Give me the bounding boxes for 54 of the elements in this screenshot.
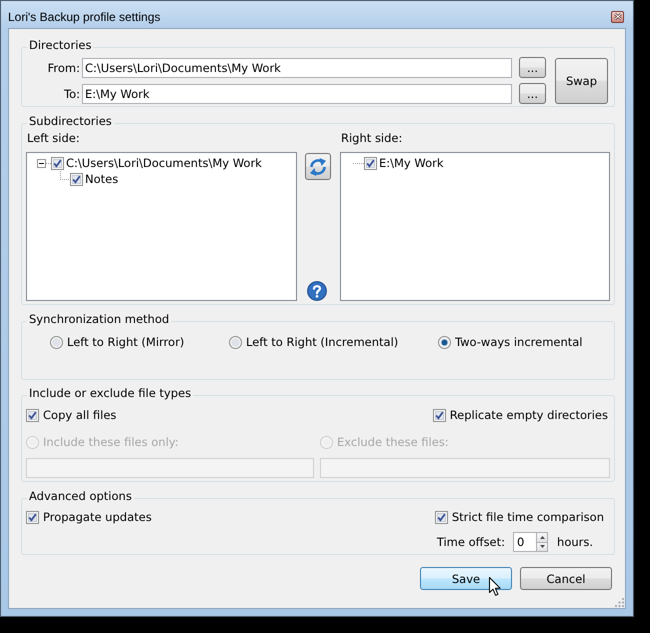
- checkbox[interactable]: [432, 408, 446, 422]
- tree-item-label[interactable]: C:\Users\Lori\Documents\My Work: [66, 156, 262, 170]
- radio-label: Include these files only:: [43, 435, 179, 449]
- checkbox[interactable]: [51, 156, 64, 170]
- radio-button[interactable]: [50, 336, 63, 348]
- close-icon: [614, 13, 622, 20]
- refresh-button[interactable]: [305, 153, 331, 180]
- radio-label: Left to Right (Incremental): [246, 335, 398, 349]
- down-arrow-icon: [540, 545, 545, 548]
- radio-label: Two-ways incremental: [455, 335, 583, 349]
- resize-grip-icon[interactable]: [615, 598, 624, 607]
- group-title: Directories: [27, 38, 94, 52]
- radio-label: Left to Right (Mirror): [67, 335, 184, 349]
- group-title: Advanced options: [27, 489, 134, 503]
- checkbox[interactable]: [364, 156, 377, 170]
- checkbox-label: Propagate updates: [43, 510, 152, 524]
- browse-button[interactable]: ...: [519, 83, 546, 104]
- pane-label: Left side:: [26, 131, 81, 145]
- mouse-pointer-icon: [489, 577, 501, 596]
- minus-box-icon[interactable]: [37, 158, 46, 168]
- radio-button[interactable]: [438, 336, 451, 348]
- group-title: Synchronization method: [27, 312, 172, 326]
- swap-button[interactable]: Swap: [555, 58, 608, 104]
- radio-button[interactable]: [229, 336, 242, 348]
- checkbox[interactable]: [26, 408, 39, 422]
- dialog-button[interactable]: Cancel: [520, 567, 612, 590]
- checkbox-label: Strict file time comparison: [452, 510, 604, 524]
- field-label: To:: [63, 86, 80, 100]
- checkbox-label: Replicate empty directories: [450, 408, 608, 422]
- pane-label: Right side:: [340, 131, 404, 145]
- window-title: Lori's Backup profile settings: [8, 10, 160, 24]
- group-title: Include or exclude file types: [27, 386, 194, 400]
- checkbox[interactable]: [434, 510, 448, 524]
- field-label: Time offset:: [436, 535, 506, 549]
- radio-label: Exclude these files:: [337, 435, 449, 449]
- number-field[interactable]: 0: [513, 532, 536, 552]
- tree-line: [353, 162, 364, 164]
- close-button[interactable]: [611, 10, 624, 22]
- checkbox[interactable]: [70, 172, 83, 186]
- up-arrow-icon: [540, 536, 545, 539]
- tree-item-label[interactable]: E:\My Work: [379, 156, 444, 170]
- path-field[interactable]: C:\Users\Lori\Documents\My Work: [82, 58, 512, 78]
- dialog-button[interactable]: Save: [420, 567, 512, 590]
- field-label: From:: [46, 60, 80, 74]
- group-title: Subdirectories: [27, 114, 114, 128]
- refresh-icon: [308, 156, 328, 176]
- checkbox-label: Copy all files: [43, 408, 116, 422]
- browse-button[interactable]: ...: [519, 57, 546, 78]
- unit-label: hours.: [557, 535, 594, 549]
- tree-item-label[interactable]: Notes: [85, 172, 118, 186]
- help-icon[interactable]: [307, 281, 327, 301]
- path-field[interactable]: E:\My Work: [82, 84, 512, 104]
- checkbox[interactable]: [26, 510, 39, 524]
- spin-up-button[interactable]: [536, 532, 548, 542]
